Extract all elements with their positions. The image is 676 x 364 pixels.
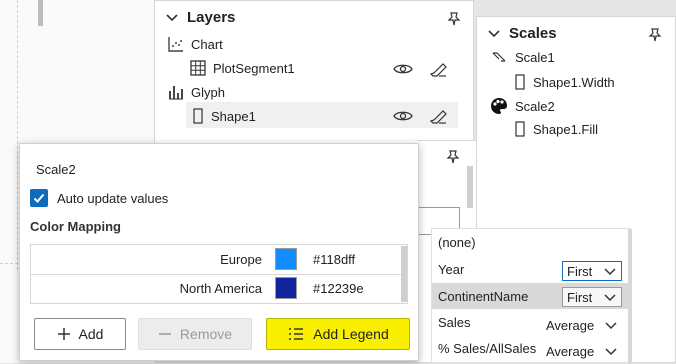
- minus-icon: [158, 333, 171, 335]
- aggregation-select-pct-sales[interactable]: Average: [542, 341, 622, 361]
- scales-header: Scales: [487, 25, 557, 42]
- field-item-continentname[interactable]: ContinentName: [438, 289, 528, 304]
- scale-icon: [492, 52, 506, 62]
- color-mapping-title: Color Mapping: [30, 219, 121, 234]
- aggregation-value: First: [567, 263, 593, 279]
- auto-update-checkbox[interactable]: [30, 189, 48, 207]
- palette-icon: [491, 98, 507, 114]
- add-button-label: Add: [78, 326, 104, 342]
- chevron-down-icon: [604, 294, 616, 302]
- mapping-row-europe[interactable]: Europe #118dff: [31, 245, 407, 275]
- field-label: Year: [438, 262, 465, 277]
- field-label: ContinentName: [438, 289, 529, 304]
- layer-item-glyph[interactable]: Glyph: [167, 83, 225, 101]
- rectangle-icon: [515, 74, 525, 90]
- layers-panel: Layers Chart PlotSegment1 Glyph Shape1: [154, 0, 474, 150]
- scale-item-label: Scale1: [515, 49, 555, 65]
- layer-item-label: Chart: [191, 36, 223, 52]
- eraser-icon[interactable]: [429, 59, 447, 77]
- layer-item-label: Shape1: [211, 108, 256, 124]
- layers-header: Layers: [165, 9, 235, 26]
- add-legend-button-label: Add Legend: [313, 326, 389, 342]
- remove-button[interactable]: Remove: [138, 318, 252, 350]
- scale-item-label: Shape1.Fill: [533, 121, 599, 137]
- layer-item-label: PlotSegment1: [213, 60, 295, 76]
- auto-update-label: Auto update values: [57, 190, 169, 206]
- color-swatch[interactable]: [275, 277, 297, 299]
- field-label: % Sales/AllSales: [438, 341, 537, 356]
- mapping-label: North America: [179, 281, 262, 296]
- chevron-down-icon: [604, 268, 616, 276]
- grid-icon: [190, 60, 206, 76]
- guide-line-vertical: [17, 0, 18, 270]
- mapping-label: Europe: [220, 252, 262, 267]
- chevron-down-icon[interactable]: [487, 27, 501, 41]
- chevron-down-icon: [605, 348, 617, 356]
- chart-icon: [168, 37, 183, 52]
- color-swatch[interactable]: [275, 248, 297, 270]
- pin-icon[interactable]: [647, 27, 663, 43]
- color-hex[interactable]: #12239e: [313, 281, 364, 296]
- scale-name: Scale2: [36, 162, 76, 177]
- scale-item-shape1-fill[interactable]: Shape1.Fill: [513, 120, 598, 138]
- scrollbar[interactable]: [628, 229, 632, 364]
- scale-item-scale1[interactable]: Scale1: [491, 49, 555, 65]
- eraser-icon[interactable]: [429, 106, 447, 124]
- scrollbar[interactable]: [38, 0, 43, 26]
- panel-title: Scales: [509, 25, 557, 42]
- field-item-pct-sales[interactable]: % Sales/AllSales: [438, 341, 536, 356]
- rectangle-icon: [193, 108, 203, 124]
- add-legend-button[interactable]: Add Legend: [266, 318, 410, 350]
- remove-button-label: Remove: [179, 326, 233, 342]
- aggregation-value: Average: [546, 343, 595, 359]
- aggregation-select-sales[interactable]: Average: [542, 315, 622, 335]
- eye-icon[interactable]: [393, 108, 413, 124]
- color-hex[interactable]: #118dff: [313, 252, 355, 267]
- check-icon: [33, 193, 45, 203]
- chevron-down-icon: [605, 322, 617, 330]
- scale-item-label: Scale2: [515, 98, 555, 114]
- aggregation-value: Average: [546, 317, 595, 333]
- scrollbar[interactable]: [401, 246, 407, 302]
- scale-item-label: Shape1.Width: [533, 74, 615, 90]
- mapping-row-north-america[interactable]: North America #12239e: [31, 274, 407, 303]
- chevron-down-icon[interactable]: [165, 11, 179, 25]
- color-mapping-table: Europe #118dff North America #12239e: [30, 244, 408, 304]
- auto-update-row[interactable]: Auto update values: [30, 189, 168, 207]
- aggregation-select-continentname[interactable]: First: [562, 287, 622, 307]
- field-item-year[interactable]: Year: [438, 262, 464, 277]
- layer-item-shape1[interactable]: Shape1: [191, 107, 256, 125]
- glyph-icon: [169, 86, 183, 100]
- pin-icon[interactable]: [446, 11, 462, 27]
- scale-item-scale2[interactable]: Scale2: [489, 96, 555, 116]
- legend-icon: [289, 328, 304, 340]
- layer-item-plotsegment1[interactable]: PlotSegment1: [189, 59, 295, 77]
- scale-popup: Scale2 Auto update values Color Mapping …: [19, 143, 419, 361]
- field-label: (none): [438, 235, 476, 250]
- field-item-none[interactable]: (none): [438, 235, 476, 250]
- field-list: (none) Year First ContinentName First Sa…: [431, 228, 632, 364]
- eye-icon[interactable]: [393, 61, 413, 77]
- field-label: Sales: [438, 315, 471, 330]
- add-button[interactable]: Add: [34, 318, 126, 350]
- layer-item-label: Glyph: [191, 84, 225, 100]
- aggregation-value: First: [567, 289, 593, 305]
- plus-icon: [57, 328, 70, 340]
- aggregation-select-year[interactable]: First: [562, 261, 622, 281]
- pin-icon[interactable]: [445, 149, 461, 165]
- rectangle-icon: [515, 121, 525, 137]
- scale-item-shape1-width[interactable]: Shape1.Width: [513, 73, 615, 91]
- layer-item-chart[interactable]: Chart: [167, 35, 223, 53]
- field-item-sales[interactable]: Sales: [438, 315, 471, 330]
- panel-title: Layers: [187, 9, 236, 26]
- scrollbar[interactable]: [467, 166, 473, 208]
